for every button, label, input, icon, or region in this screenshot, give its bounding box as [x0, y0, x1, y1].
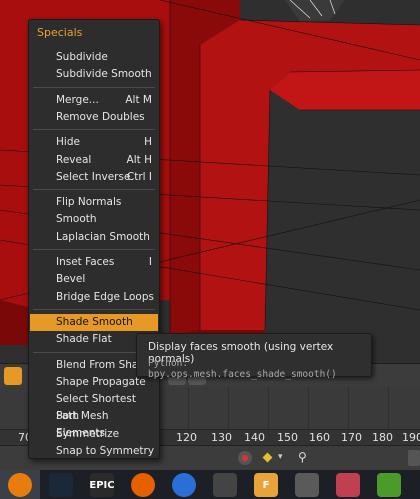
menu-item-shortcut: I	[148, 256, 152, 268]
menu-item-hide[interactable]: Hide H	[30, 134, 158, 151]
menu-item-merge[interactable]: Merge... Alt M	[30, 92, 158, 109]
timeline-tick: 180	[372, 431, 393, 444]
menu-item-bridge-edge-loops[interactable]: Bridge Edge Loops	[30, 289, 158, 306]
menu-title: Specials	[37, 26, 83, 39]
overflow-button[interactable]	[408, 450, 420, 466]
timeline-tick: 130	[211, 431, 232, 444]
menu-item-subdivide[interactable]: Subdivide	[30, 49, 158, 66]
keying-set-dropdown[interactable]: ▾	[278, 452, 283, 462]
taskbar-app-label: EPIC	[89, 479, 115, 491]
editor-type-button[interactable]	[4, 367, 22, 385]
menu-item-label: Bridge Edge Loops	[56, 290, 154, 303]
menu-item-shade-smooth[interactable]: Shade Smooth	[30, 313, 158, 331]
menu-item-symmetrize[interactable]: Symmetrize	[30, 426, 158, 443]
menu-item-label: Snap to Symmetry	[56, 445, 155, 457]
snap-icon[interactable]: ⚲	[298, 450, 307, 464]
menu-separator	[33, 308, 155, 310]
timeline-tick: 140	[244, 431, 265, 444]
timeline-tick: 120	[176, 431, 197, 444]
timeline-tick: 160	[309, 431, 330, 444]
menu-item-label: Shade Flat	[56, 333, 112, 346]
menu-item-select-shortest-path[interactable]: Select Shortest Path	[30, 391, 158, 422]
headphones-icon[interactable]	[295, 473, 319, 497]
menu-item-label: Reveal	[56, 153, 92, 166]
menu-item-label: Symmetrize	[56, 427, 120, 440]
tooltip-python: Python: bpy.ops.mesh.faces_shade_smooth(…	[148, 358, 337, 380]
menu-item-inset-faces[interactable]: Inset Faces I	[30, 254, 158, 271]
taskbar-app-label: F	[262, 479, 270, 491]
steam-icon[interactable]	[49, 473, 73, 497]
epic-games-icon[interactable]: EPIC	[89, 473, 115, 497]
menu-item-label: Bevel	[56, 273, 86, 286]
menu-item-bevel[interactable]: Bevel	[30, 271, 158, 288]
menu-separator	[33, 249, 155, 250]
menu-item-label: Shape Propagate	[56, 375, 146, 388]
menu-item-select-inverse[interactable]: Select Inverse Ctrl I	[30, 169, 158, 186]
menu-item-label: Subdivide Smooth	[56, 68, 152, 81]
menu-item-shortcut: Alt M	[125, 93, 152, 106]
specials-menu: Specials Subdivide Subdivide Smooth Merge.…	[28, 19, 160, 459]
game-icon[interactable]	[336, 473, 360, 497]
files-icon[interactable]: F	[254, 473, 278, 497]
menu-item-label: Shade Smooth	[56, 315, 133, 328]
menu-separator	[33, 189, 155, 191]
menu-item-snap-to-symmetry[interactable]: Snap to Symmetry	[30, 443, 158, 460]
menu-item-remove-doubles[interactable]: Remove Doubles	[30, 109, 158, 126]
menu-item-label: Laplacian Smooth	[56, 230, 150, 243]
menu-item-sort-mesh-elements[interactable]: Sort Mesh Elements	[30, 408, 158, 439]
menu-item-label: Merge...	[56, 93, 99, 106]
menu-item-label: Smooth	[56, 213, 97, 226]
menu-item-label: Hide	[56, 136, 80, 149]
menu-item-shortcut: Alt H	[126, 153, 152, 166]
menu-item-label: Select Inverse	[56, 170, 131, 183]
firefox-icon[interactable]	[131, 473, 155, 497]
menu-item-label: Inset Faces	[56, 256, 115, 268]
keyframe-icon[interactable]	[262, 452, 273, 463]
menu-item-label: Flip Normals	[56, 196, 122, 209]
menu-separator	[33, 86, 155, 88]
timeline-tick: 190	[402, 431, 420, 444]
menu-item-label: Remove Doubles	[56, 110, 145, 123]
menu-item-smooth[interactable]: Smooth	[30, 211, 158, 228]
timeline-tick: 170	[341, 431, 362, 444]
timeline-tick: 150	[277, 431, 298, 444]
speaker-icon[interactable]	[172, 473, 196, 497]
tooltip: Display faces smooth (using vertex norma…	[136, 333, 372, 380]
taskbar: EPIC F	[0, 470, 420, 499]
menu-item-laplacian-smooth[interactable]: Laplacian Smooth	[30, 229, 158, 246]
menu-item-reveal[interactable]: Reveal Alt H	[30, 152, 158, 169]
menu-item-shortcut: H	[144, 136, 152, 149]
zbrush-icon[interactable]	[213, 473, 237, 497]
menu-item-label: Subdivide	[56, 51, 108, 63]
menu-item-subdivide-smooth[interactable]: Subdivide Smooth	[30, 66, 158, 83]
blender-icon[interactable]	[8, 473, 32, 497]
torrent-icon[interactable]	[377, 473, 401, 497]
menu-item-shortcut: Ctrl I	[126, 170, 152, 183]
menu-item-flip-normals[interactable]: Flip Normals	[30, 194, 158, 211]
record-button[interactable]	[238, 451, 252, 465]
menu-separator	[33, 129, 155, 131]
